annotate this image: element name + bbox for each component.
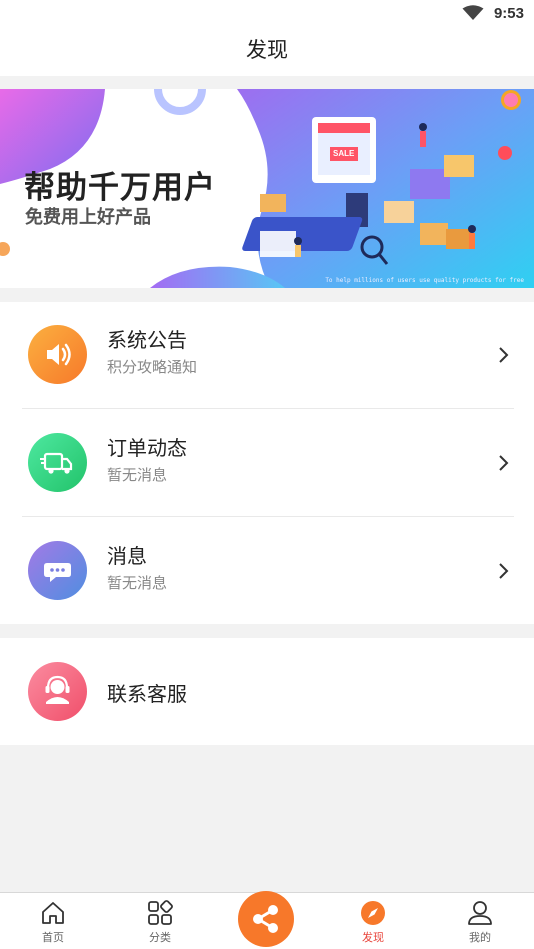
status-time: 9:53	[493, 5, 524, 22]
nav-label: 分类	[149, 931, 171, 944]
banner-sale-sign: SALE	[333, 149, 355, 158]
page-header: 发现	[0, 28, 534, 76]
page-title: 发现	[246, 38, 288, 62]
list-item-sub: 暂无消息	[107, 574, 168, 592]
list-item-label: 消息	[107, 544, 147, 568]
banner-caption: To help millions of users use quality pr…	[325, 277, 524, 284]
nav-category[interactable]: 分类	[130, 893, 190, 949]
user-icon	[468, 901, 492, 925]
share-button[interactable]	[238, 891, 294, 947]
chevron-right-icon	[499, 563, 509, 579]
nav-label: 首页	[42, 931, 64, 944]
list-item-messages[interactable]: 消息 暂无消息	[0, 517, 534, 625]
banner-headline: 帮助千万用户	[24, 170, 216, 206]
customer-service-icon	[28, 662, 87, 721]
chevron-right-icon	[499, 347, 509, 363]
nav-discover[interactable]: 发现	[343, 893, 403, 949]
nav-label: 我的	[469, 931, 491, 944]
chevron-right-icon	[499, 455, 509, 471]
list-item-customer-service[interactable]: 联系客服	[0, 638, 534, 745]
list-item-sub: 暂无消息	[107, 466, 168, 484]
speaker-icon	[28, 325, 87, 384]
nav-home[interactable]: 首页	[23, 893, 83, 949]
message-list: 系统公告 积分攻略通知 订单动态 暂无消息 消息 暂无消息	[0, 302, 534, 624]
home-icon	[42, 902, 64, 924]
compass-icon	[361, 901, 385, 925]
wifi-icon	[462, 5, 484, 20]
share-icon	[253, 905, 278, 933]
banner-subline: 免费用上好产品	[25, 207, 151, 228]
category-icon	[148, 900, 173, 925]
list-item-label: 订单动态	[107, 436, 187, 460]
list-item-label: 系统公告	[107, 328, 187, 352]
list-item-label: 联系客服	[107, 682, 187, 706]
delivery-truck-icon	[28, 433, 87, 492]
list-item-announcement[interactable]: 系统公告 积分攻略通知	[0, 302, 534, 410]
list-item-sub: 积分攻略通知	[107, 358, 198, 376]
promo-banner[interactable]: 帮助千万用户 免费用上好产品 To help millions of users…	[0, 89, 534, 288]
status-bar: 9:53	[0, 0, 534, 28]
nav-label: 发现	[362, 931, 384, 944]
chat-bubble-icon	[28, 541, 87, 600]
customer-service-section: 联系客服	[0, 638, 534, 745]
nav-profile[interactable]: 我的	[450, 893, 510, 949]
list-item-order-updates[interactable]: 订单动态 暂无消息	[0, 409, 534, 517]
